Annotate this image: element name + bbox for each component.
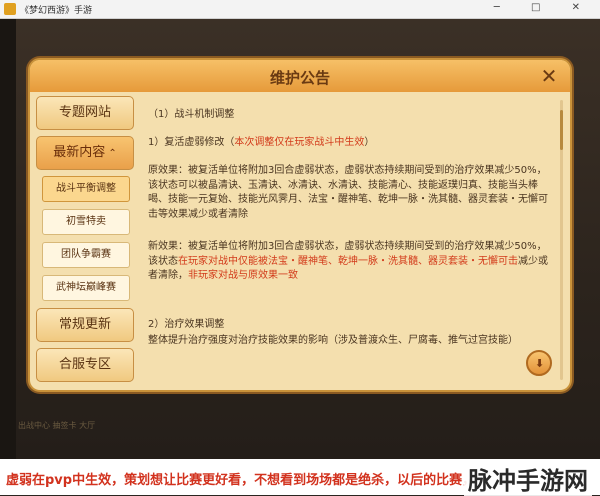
window-title: 《梦幻西游》手游: [20, 6, 93, 16]
notice-content: （1）战斗机制调整 1）复活虚弱修改（本次调整仅在玩家战斗中生效） 原效果：被复…: [148, 98, 556, 382]
sidebar-sub-peak-match[interactable]: 武神坛巅峰赛: [42, 275, 130, 301]
article-caption: 虚弱在pvp中生效，策划想让比赛更好看，不想看到场场都是绝杀，以后的比赛， 脉冲…: [0, 459, 600, 496]
original-effect-text: 原效果：被复活单位将附加3回合虚弱状态，虚弱状态持续期间受到的治疗效果减少50%…: [148, 165, 548, 220]
app-icon: [4, 3, 16, 15]
download-icon[interactable]: ⬇: [526, 350, 552, 376]
sidebar-item-label: 最新内容: [53, 145, 106, 160]
window-controls[interactable]: ─ □ ✕: [494, 2, 594, 13]
item2-heading: 2）治疗效果调整: [148, 319, 225, 330]
maintenance-notice-dialog: 维护公告 ✕ 专题网站 最新内容 ⌃ 战斗平衡调整 初雪特卖 团队争霸赛 武神坛巅…: [30, 60, 570, 390]
site-watermark: 脉冲手游网: [464, 461, 592, 496]
item1-heading: 1）复活虚弱修改（本次调整仅在玩家战斗中生效）: [148, 137, 375, 148]
chevron-up-icon: ⌃: [108, 148, 117, 159]
sidebar-sub-battle-balance[interactable]: 战斗平衡调整: [42, 176, 130, 202]
window-title-bar: 《梦幻西游》手游 ─ □ ✕: [0, 0, 600, 19]
background-text: 出战中心 抽签卡 大厅: [18, 421, 96, 430]
sidebar-item-special-site[interactable]: 专题网站: [36, 96, 134, 130]
sidebar-sub-team-battle[interactable]: 团队争霸赛: [42, 242, 130, 268]
sidebar-item-latest-content[interactable]: 最新内容 ⌃: [36, 136, 134, 170]
item2-text: 整体提升治疗强度对治疗技能效果的影响（涉及普渡众生、尸腐毒、推气过宫技能）: [148, 335, 518, 346]
scrollbar-thumb[interactable]: [560, 110, 563, 150]
dialog-title: 维护公告: [269, 69, 330, 87]
sidebar-item-server-merge[interactable]: 合服专区: [36, 348, 134, 382]
close-icon[interactable]: ✕: [538, 65, 560, 87]
new-effect-text: 新效果：被复活单位将附加3回合虚弱状态，虚弱状态持续期间受到的治疗效果减少50%…: [148, 241, 548, 281]
caption-text: 虚弱在pvp中生效，策划想让比赛更好看，不想看到场场都是绝杀，以后的比赛，: [6, 473, 476, 488]
section-heading: （1）战斗机制调整: [148, 109, 235, 120]
notice-sidebar: 专题网站 最新内容 ⌃ 战斗平衡调整 初雪特卖 团队争霸赛 武神坛巅峰赛 常规更新…: [36, 96, 136, 382]
dialog-header: 维护公告 ✕: [30, 60, 570, 92]
sidebar-item-regular-update[interactable]: 常规更新: [36, 308, 134, 342]
sidebar-sub-first-snow-sale[interactable]: 初雪特卖: [42, 209, 130, 235]
game-left-panel: [0, 19, 16, 459]
